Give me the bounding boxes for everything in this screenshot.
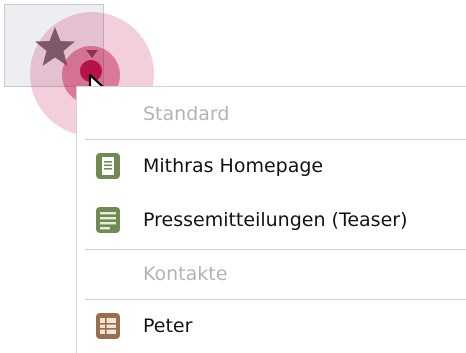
menu-item-label: Pressemitteilungen (Teaser) <box>143 209 408 231</box>
menu-separator <box>85 139 466 140</box>
menu-item-pressemitteilungen[interactable]: Pressemitteilungen (Teaser) <box>85 197 466 245</box>
section-header-standard: Standard <box>143 103 230 125</box>
menu-separator <box>85 299 466 300</box>
list-page-icon <box>96 207 120 233</box>
menu-item-peter[interactable]: Peter <box>85 303 466 351</box>
dropdown-menu: Standard Mithras Homepage Pressemitteilu… <box>76 86 466 353</box>
section-header-kontakte: Kontakte <box>143 263 228 285</box>
menu-item-mithras-homepage[interactable]: Mithras Homepage <box>85 143 466 191</box>
menu-item-label: Mithras Homepage <box>143 155 324 177</box>
menu-item-label: Peter <box>143 315 193 337</box>
page-icon <box>96 153 120 179</box>
contact-card-icon <box>96 313 120 339</box>
menu-separator <box>85 249 466 250</box>
